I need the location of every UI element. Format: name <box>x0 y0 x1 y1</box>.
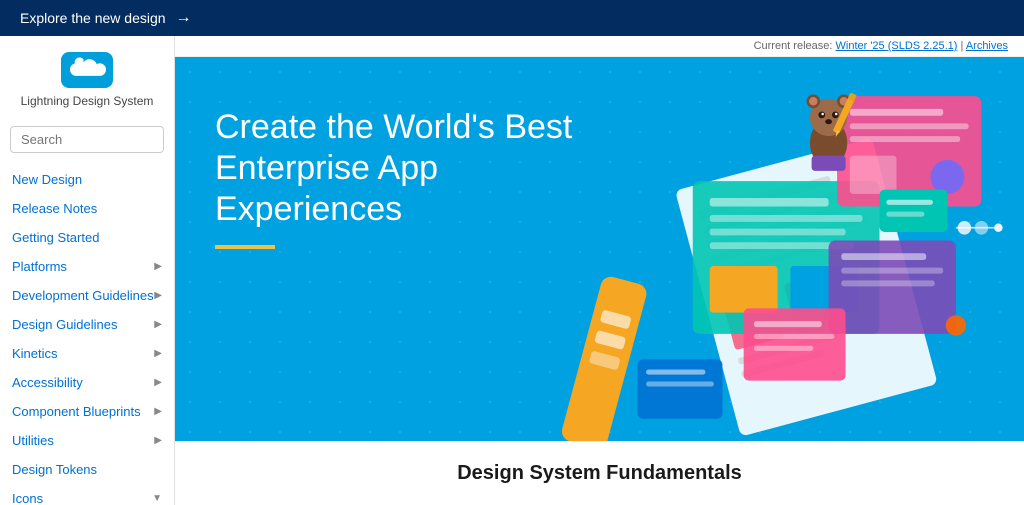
sidebar-item-new-design[interactable]: New Design <box>0 165 174 194</box>
sidebar-item-utilities[interactable]: Utilities ▶ <box>0 426 174 455</box>
hero-section: Create the World's Best Enterprise App E… <box>175 57 1024 441</box>
main-layout: Lightning Design System New Design Relea… <box>0 36 1024 505</box>
banner-text: Explore the new design <box>20 10 166 26</box>
fundamentals-section: Design System Fundamentals <box>175 441 1024 505</box>
archives-link[interactable]: Archives <box>966 40 1008 52</box>
hero-underline <box>215 245 275 249</box>
chevron-right-icon: ▶ <box>154 261 162 272</box>
sidebar-item-design-guidelines[interactable]: Design Guidelines ▶ <box>0 310 174 339</box>
sidebar-item-accessibility[interactable]: Accessibility ▶ <box>0 368 174 397</box>
release-bar: Current release: Winter '25 (SLDS 2.25.1… <box>175 36 1024 57</box>
release-link[interactable]: Winter '25 (SLDS 2.25.1) <box>836 40 958 52</box>
sidebar-item-getting-started[interactable]: Getting Started <box>0 223 174 252</box>
sidebar-item-icons[interactable]: Icons ▼ <box>0 484 174 505</box>
sidebar: Lightning Design System New Design Relea… <box>0 36 175 505</box>
release-separator: | <box>961 40 964 52</box>
chevron-right-icon: ▶ <box>154 435 162 446</box>
chevron-right-icon: ▶ <box>154 319 162 330</box>
top-banner[interactable]: Explore the new design → <box>0 0 1024 36</box>
chevron-right-icon: ▶ <box>154 290 162 301</box>
sidebar-item-design-tokens[interactable]: Design Tokens <box>0 455 174 484</box>
sidebar-item-platforms[interactable]: Platforms ▶ <box>0 252 174 281</box>
sidebar-nav: New Design Release Notes Getting Started… <box>0 161 174 505</box>
sidebar-system-title: Lightning Design System <box>21 94 154 110</box>
salesforce-logo <box>61 52 113 88</box>
fundamentals-title: Design System Fundamentals <box>195 462 1004 485</box>
sidebar-item-development-guidelines[interactable]: Development Guidelines ▶ <box>0 281 174 310</box>
chevron-right-icon: ▶ <box>154 377 162 388</box>
hero-text: Create the World's Best Enterprise App E… <box>215 107 572 249</box>
chevron-right-icon: ▶ <box>154 406 162 417</box>
hero-title: Create the World's Best Enterprise App E… <box>215 107 572 229</box>
chevron-right-icon: ▶ <box>154 348 162 359</box>
salesforce-logo-svg <box>68 57 106 83</box>
search-input[interactable] <box>10 126 164 153</box>
sidebar-item-kinetics[interactable]: Kinetics ▶ <box>0 339 174 368</box>
sidebar-logo-area: Lightning Design System <box>0 36 174 118</box>
content-area: Current release: Winter '25 (SLDS 2.25.1… <box>175 36 1024 505</box>
banner-arrow: → <box>176 9 192 27</box>
release-prefix: Current release: <box>754 40 833 52</box>
sidebar-item-component-blueprints[interactable]: Component Blueprints ▶ <box>0 397 174 426</box>
sidebar-item-release-notes[interactable]: Release Notes <box>0 194 174 223</box>
chevron-down-icon: ▼ <box>152 493 162 504</box>
